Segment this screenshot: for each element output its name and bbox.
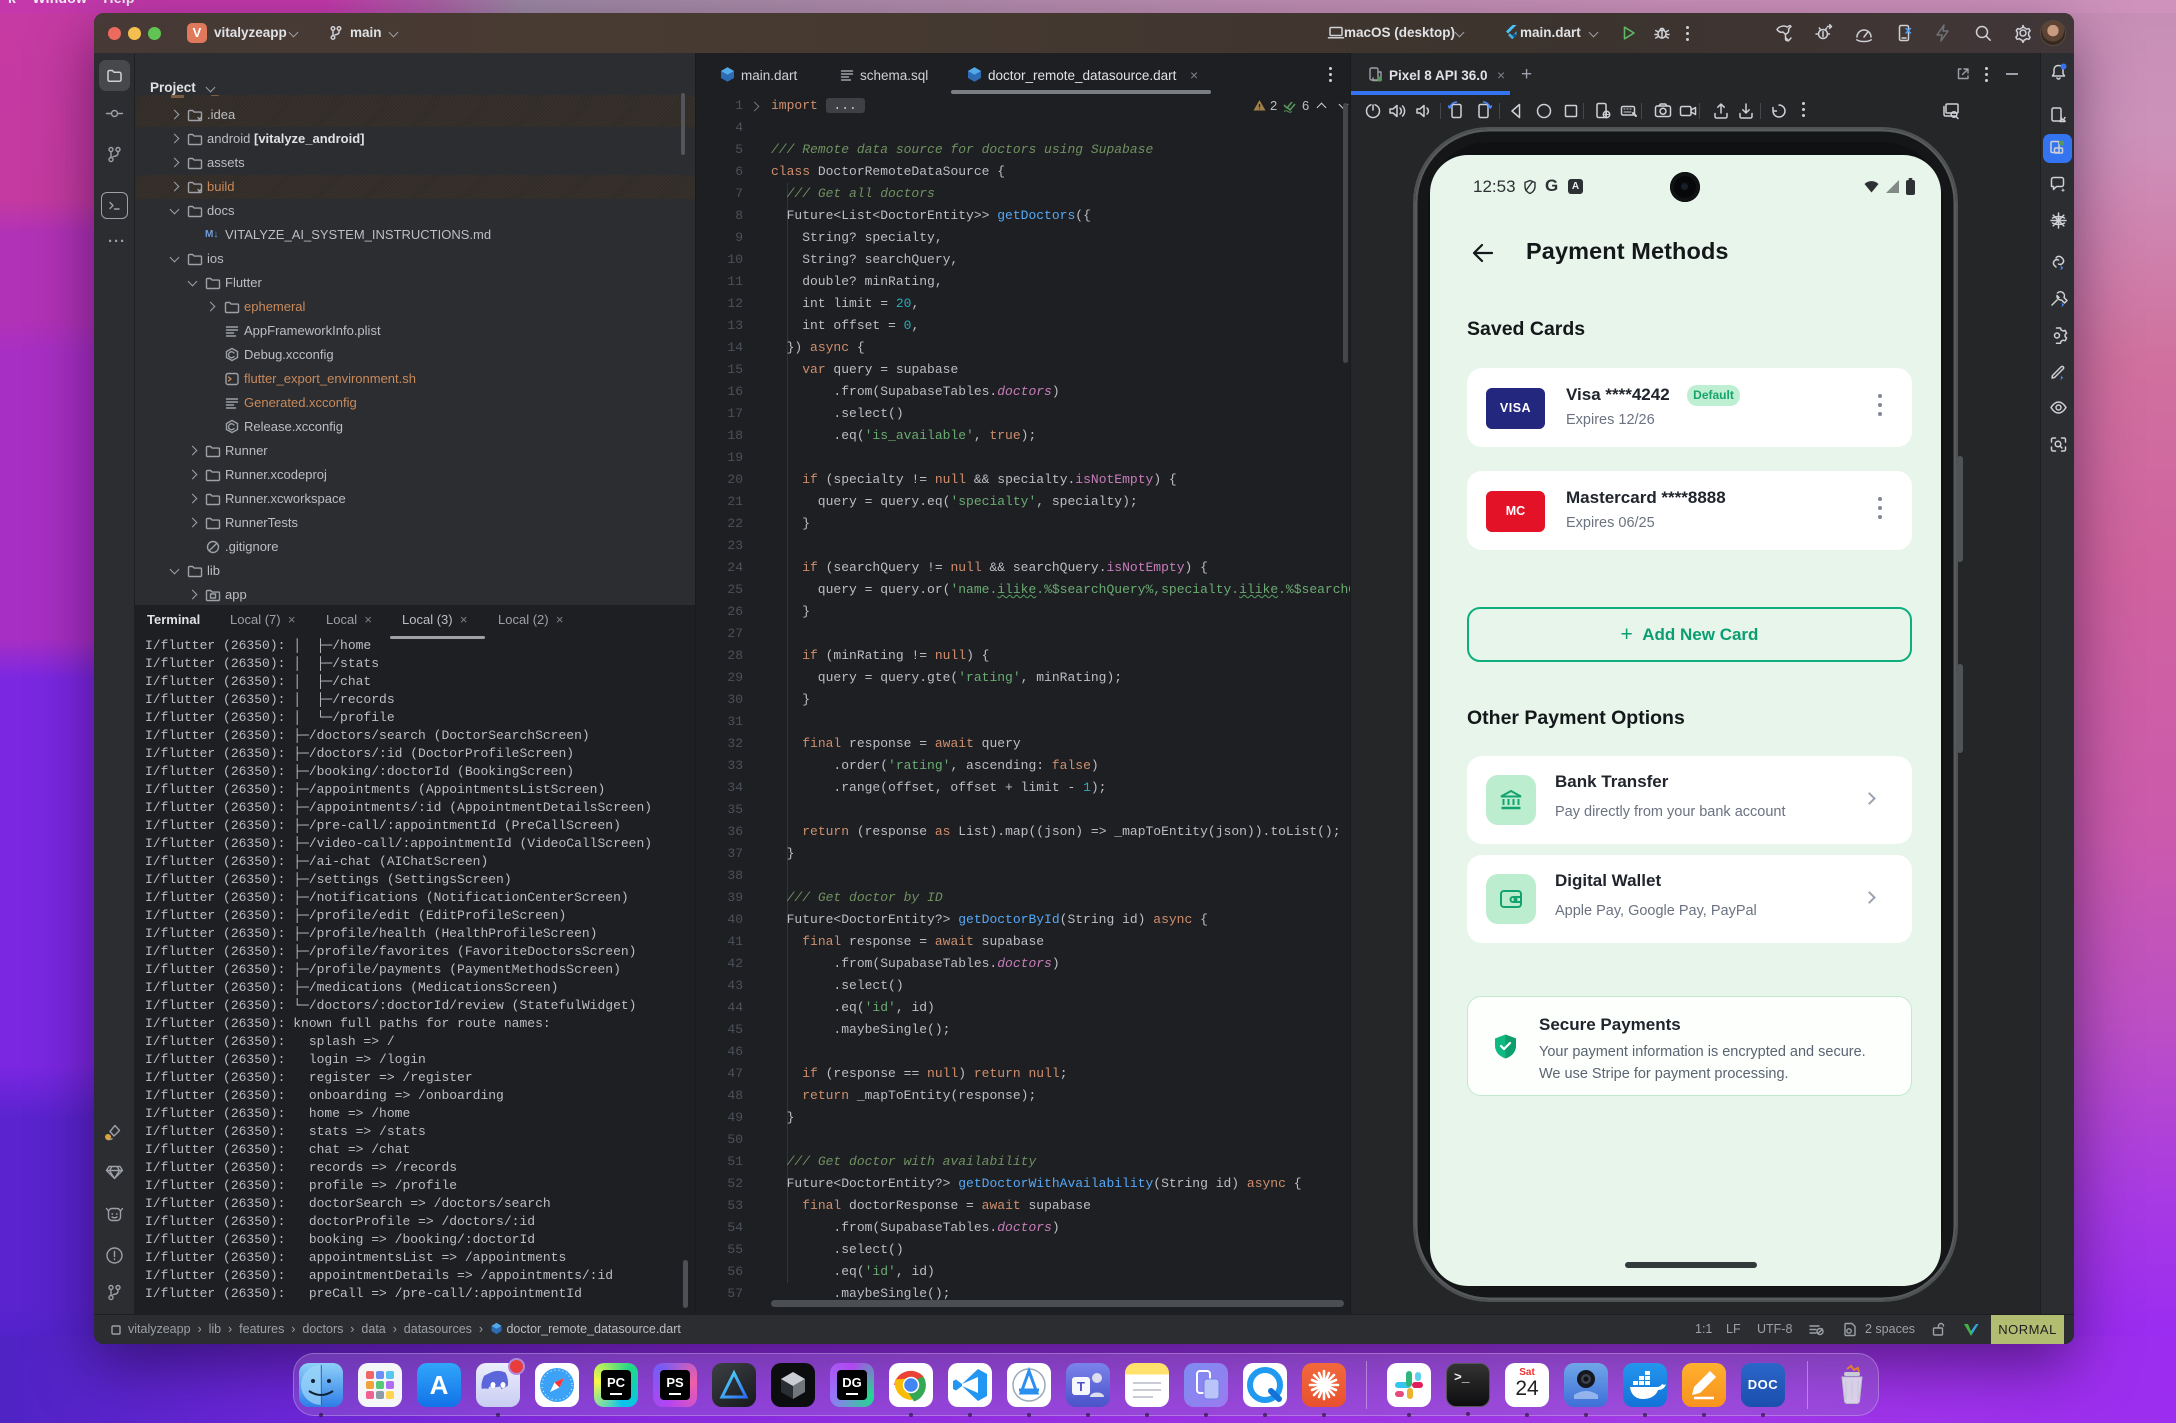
svg-text:T: T bbox=[1077, 1379, 1085, 1394]
